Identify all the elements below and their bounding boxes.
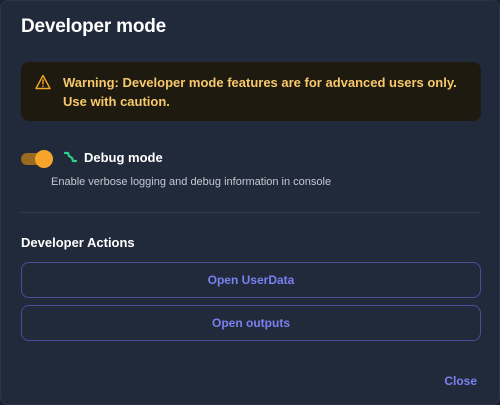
developer-actions-heading: Developer Actions [21, 235, 135, 250]
developer-mode-dialog: Developer mode Warning: Developer mode f… [0, 0, 500, 405]
open-outputs-button[interactable]: Open outputs [21, 305, 481, 341]
warning-banner: Warning: Developer mode features are for… [21, 62, 481, 121]
debug-mode-toggle[interactable] [21, 150, 53, 168]
close-button[interactable]: Close [444, 374, 477, 388]
warning-triangle-icon [35, 74, 51, 90]
debug-mode-description: Enable verbose logging and debug informa… [51, 176, 332, 188]
dialog-title: Developer mode [21, 16, 167, 37]
bug-icon [63, 150, 78, 164]
toggle-knob [35, 150, 53, 168]
open-userdata-button[interactable]: Open UserData [21, 262, 481, 298]
debug-mode-label: Debug mode [84, 150, 163, 165]
divider [21, 212, 481, 213]
warning-text: Warning: Developer mode features are for… [63, 75, 457, 109]
